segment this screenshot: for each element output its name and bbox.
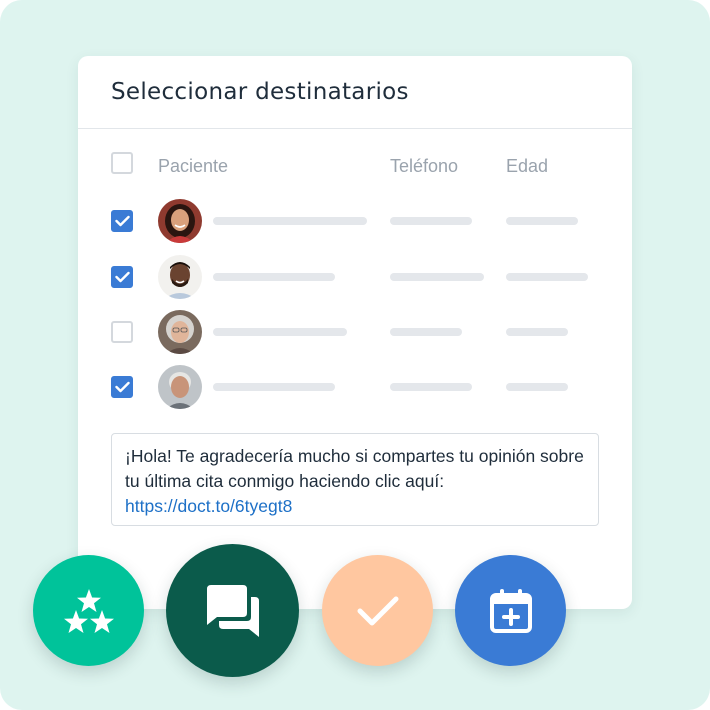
row-checkbox-unchecked[interactable] <box>111 321 133 343</box>
row-checkbox-checked[interactable] <box>111 210 133 232</box>
table-row[interactable] <box>78 255 632 301</box>
stars-icon <box>63 588 114 633</box>
avatar-woman-dark-hair <box>158 199 202 243</box>
reviews-button[interactable] <box>33 555 144 666</box>
avatar-older-man <box>158 365 202 409</box>
check-icon <box>115 215 130 227</box>
table-header: Paciente Teléfono Edad <box>78 152 632 182</box>
table-row[interactable] <box>78 199 632 245</box>
review-link[interactable]: https://doct.to/6tyegt8 <box>125 496 292 516</box>
card-header: Seleccionar destinatarios <box>78 56 632 129</box>
chat-icon <box>206 584 259 637</box>
background-panel: Seleccionar destinatarios Paciente Teléf… <box>0 0 710 710</box>
check-icon <box>115 271 130 283</box>
checkmark-icon <box>357 596 398 625</box>
select-all-checkbox[interactable] <box>111 152 133 174</box>
select-recipients-card: Seleccionar destinatarios Paciente Teléf… <box>78 56 632 609</box>
message-textbox[interactable]: ¡Hola! Te agradecería mucho si compartes… <box>111 433 599 526</box>
calendar-add-icon <box>489 588 532 633</box>
chat-button[interactable] <box>166 544 299 677</box>
table-row[interactable] <box>78 310 632 356</box>
column-header-age: Edad <box>506 156 549 176</box>
avatar-older-woman <box>158 310 202 354</box>
avatar-man-beard <box>158 255 202 299</box>
row-checkbox-checked[interactable] <box>111 376 133 398</box>
row-checkbox-checked[interactable] <box>111 266 133 288</box>
column-header-phone: Teléfono <box>390 156 459 176</box>
confirm-button[interactable] <box>322 555 433 666</box>
column-header-patient: Paciente <box>158 156 229 176</box>
check-icon <box>115 381 130 393</box>
message-text: ¡Hola! Te agradecería mucho si compartes… <box>125 446 584 491</box>
table-row[interactable] <box>78 365 632 411</box>
card-title: Seleccionar destinatarios <box>111 79 409 105</box>
schedule-button[interactable] <box>455 555 566 666</box>
